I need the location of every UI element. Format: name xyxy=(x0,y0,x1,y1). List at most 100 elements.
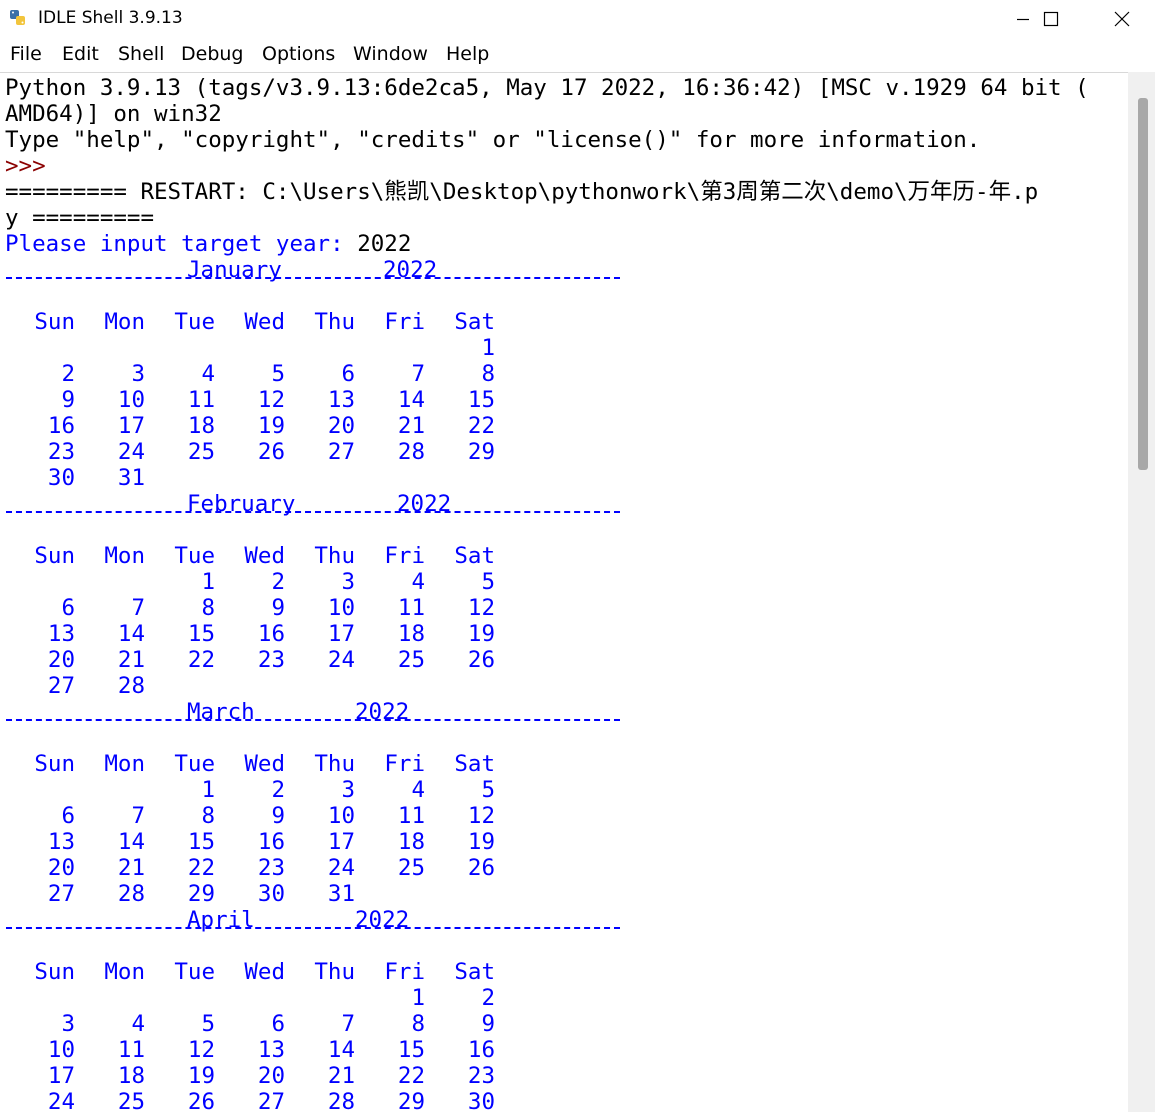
calendar-day: 31 xyxy=(117,465,145,491)
weekday-label: Tue xyxy=(174,543,215,569)
calendar-day: 3 xyxy=(61,1011,75,1037)
weekday-label: Sun xyxy=(34,751,75,777)
calendar-day: 23 xyxy=(257,647,285,673)
calendar-day: 8 xyxy=(201,595,215,621)
calendar-day: 8 xyxy=(201,803,215,829)
weekday-label: Fri xyxy=(384,543,425,569)
calendar-day: 2 xyxy=(61,361,75,387)
calendar-day: 2 xyxy=(271,777,285,803)
calendar-day: 6 xyxy=(271,1011,285,1037)
calendar-day: 13 xyxy=(47,621,75,647)
calendar-day: 7 xyxy=(341,1011,355,1037)
weekday-label: Fri xyxy=(384,959,425,985)
calendar-day: 27 xyxy=(47,673,75,699)
vertical-scrollbar[interactable] xyxy=(1128,72,1155,1112)
menu-window[interactable]: Window xyxy=(353,43,428,65)
calendar-day: 17 xyxy=(327,829,355,855)
calendar-day: 20 xyxy=(47,855,75,881)
calendar-day: 30 xyxy=(467,1089,495,1113)
python-icon xyxy=(8,8,28,28)
calendar-day: 6 xyxy=(61,595,75,621)
calendar-day: 22 xyxy=(187,855,215,881)
maximize-icon xyxy=(1043,11,1059,27)
calendar-day: 29 xyxy=(397,1089,425,1113)
calendar-day: 11 xyxy=(397,595,425,621)
month-year: 2022 xyxy=(355,907,410,933)
scrollbar-thumb[interactable] xyxy=(1138,98,1148,470)
calendar-day: 25 xyxy=(397,855,425,881)
calendar-day: 23 xyxy=(257,855,285,881)
menu-options[interactable]: Options xyxy=(262,43,335,65)
calendar-day: 12 xyxy=(467,595,495,621)
calendar-day: 27 xyxy=(327,439,355,465)
calendar-day: 9 xyxy=(271,595,285,621)
restart-line: y ========= xyxy=(5,205,155,231)
calendar-day: 21 xyxy=(327,1063,355,1089)
month-name: March xyxy=(187,699,255,725)
calendar-day: 13 xyxy=(257,1037,285,1063)
calendar-day: 1 xyxy=(201,569,215,595)
calendar-day: 10 xyxy=(327,803,355,829)
calendar-day: 16 xyxy=(257,829,285,855)
calendar-day: 29 xyxy=(467,439,495,465)
calendar-day: 5 xyxy=(481,777,495,803)
menu-edit[interactable]: Edit xyxy=(62,43,99,65)
separator-line xyxy=(6,511,620,513)
calendar-day: 12 xyxy=(257,387,285,413)
menu-bar: File Edit Shell Debug Options Window Hel… xyxy=(0,40,1155,70)
calendar-day: 9 xyxy=(61,387,75,413)
title-bar[interactable]: IDLE Shell 3.9.13 xyxy=(0,0,1155,38)
menu-help[interactable]: Help xyxy=(446,43,489,65)
calendar-day: 23 xyxy=(47,439,75,465)
calendar-day: 28 xyxy=(117,881,145,907)
weekday-label: Sun xyxy=(34,309,75,335)
weekday-label: Thu xyxy=(314,309,355,335)
menu-shell[interactable]: Shell xyxy=(118,43,164,65)
calendar-day: 26 xyxy=(467,647,495,673)
month-name: April xyxy=(187,907,255,933)
menu-debug[interactable]: Debug xyxy=(181,43,243,65)
banner-line: AMD64)] on win32 xyxy=(5,101,222,127)
calendar-day: 2 xyxy=(481,985,495,1011)
calendar-day: 26 xyxy=(467,855,495,881)
calendar-day: 6 xyxy=(61,803,75,829)
calendar-day: 19 xyxy=(467,829,495,855)
calendar-day: 28 xyxy=(327,1089,355,1113)
calendar-day: 18 xyxy=(397,621,425,647)
calendar-day: 11 xyxy=(187,387,215,413)
weekday-label: Mon xyxy=(104,959,145,985)
month-year: 2022 xyxy=(397,491,452,517)
maximize-button[interactable] xyxy=(1022,0,1080,38)
calendar-day: 18 xyxy=(117,1063,145,1089)
shell-text-area[interactable]: Python 3.9.13 (tags/v3.9.13:6de2ca5, May… xyxy=(0,72,1128,1113)
month-year: 2022 xyxy=(383,257,438,283)
menu-file[interactable]: File xyxy=(10,43,42,65)
weekday-label: Fri xyxy=(384,309,425,335)
calendar-day: 4 xyxy=(201,361,215,387)
calendar-day: 14 xyxy=(397,387,425,413)
calendar-day: 26 xyxy=(187,1089,215,1113)
window-title: IDLE Shell 3.9.13 xyxy=(38,8,183,28)
month-name: January xyxy=(187,257,282,283)
calendar-day: 14 xyxy=(117,829,145,855)
weekday-label: Sat xyxy=(454,751,495,777)
calendar-day: 16 xyxy=(257,621,285,647)
weekday-label: Mon xyxy=(104,751,145,777)
close-button[interactable] xyxy=(1093,0,1151,38)
calendar-day: 6 xyxy=(341,361,355,387)
input-prompt-text: Please input target year: xyxy=(5,231,358,257)
calendar-day: 30 xyxy=(257,881,285,907)
calendar-day: 7 xyxy=(131,803,145,829)
separator-line xyxy=(6,719,620,721)
calendar-day: 22 xyxy=(467,413,495,439)
calendar-day: 28 xyxy=(397,439,425,465)
calendar-day: 21 xyxy=(117,855,145,881)
calendar-day: 23 xyxy=(467,1063,495,1089)
calendar-day: 11 xyxy=(117,1037,145,1063)
calendar-day: 26 xyxy=(257,439,285,465)
weekday-label: Tue xyxy=(174,309,215,335)
calendar-day: 15 xyxy=(187,621,215,647)
calendar-day: 4 xyxy=(411,777,425,803)
calendar-day: 24 xyxy=(117,439,145,465)
weekday-label: Sat xyxy=(454,309,495,335)
